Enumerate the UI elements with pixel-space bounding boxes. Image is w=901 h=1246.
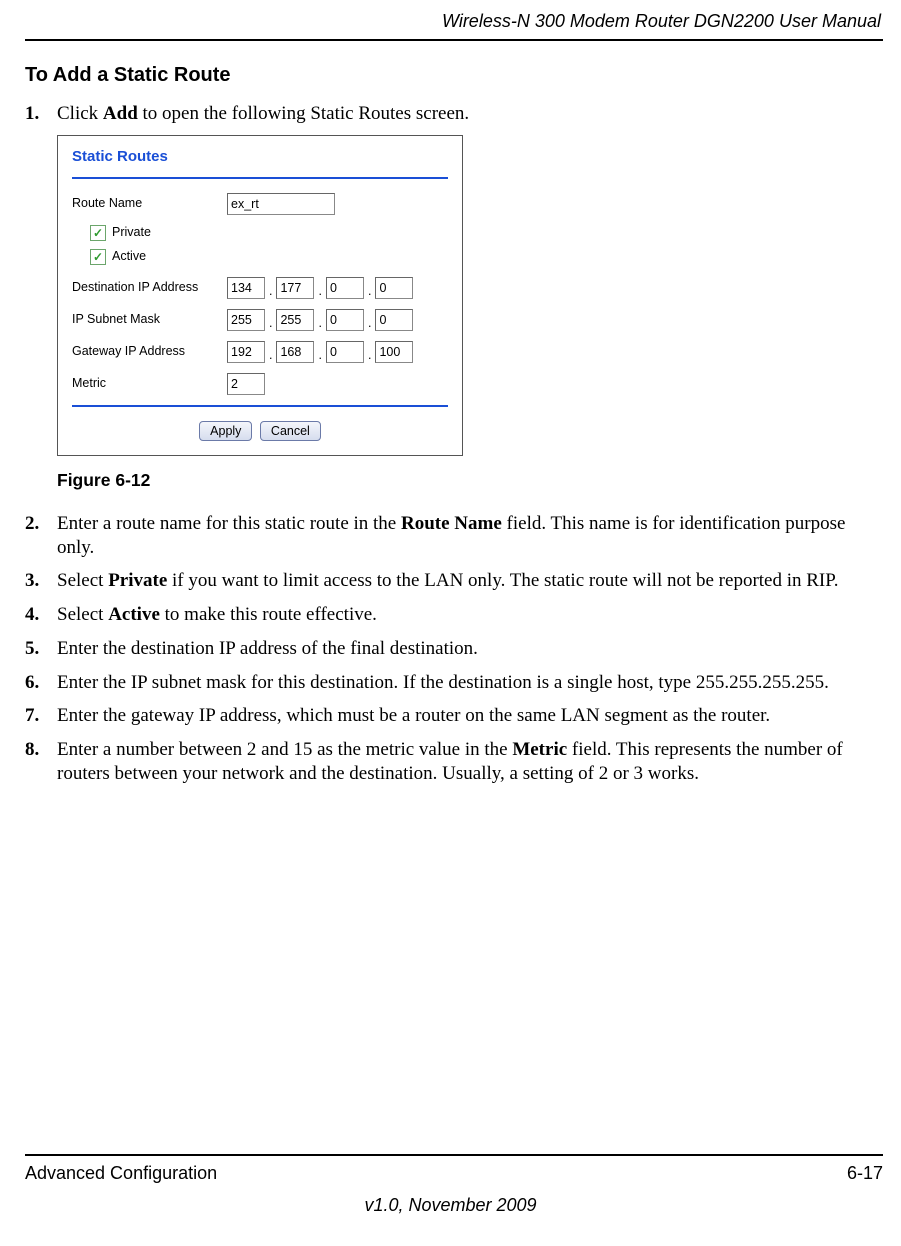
dot-icon: . <box>316 284 323 300</box>
dest-ip-octet-4[interactable] <box>375 277 413 299</box>
step-text: Enter the IP subnet mask for this destin… <box>57 671 883 695</box>
label-metric: Metric <box>72 376 227 392</box>
step-item: 5.Enter the destination IP address of th… <box>25 637 883 661</box>
label-dest-ip: Destination IP Address <box>72 280 227 296</box>
step-number: 6. <box>25 671 57 695</box>
footer-page-number: 6-17 <box>847 1162 883 1185</box>
footer-version: v1.0, November 2009 <box>0 1194 901 1217</box>
running-header: Wireless-N 300 Modem Router DGN2200 User… <box>25 10 883 41</box>
label-subnet: IP Subnet Mask <box>72 312 227 328</box>
label-route-name: Route Name <box>72 196 227 212</box>
route-name-input[interactable] <box>227 193 335 215</box>
step-text: Enter the destination IP address of the … <box>57 637 883 661</box>
step-list: 2.Enter a route name for this static rou… <box>25 512 883 786</box>
subnet-octet-3[interactable] <box>326 309 364 331</box>
step-text: Select Private if you want to limit acce… <box>57 569 883 593</box>
step-item: 1.Click Add to open the following Static… <box>25 102 883 126</box>
label-gateway: Gateway IP Address <box>72 344 227 360</box>
step-item: 7.Enter the gateway IP address, which mu… <box>25 704 883 728</box>
gateway-octet-1[interactable] <box>227 341 265 363</box>
label-active: Active <box>112 249 146 265</box>
apply-button[interactable]: Apply <box>199 421 252 441</box>
cancel-button[interactable]: Cancel <box>260 421 321 441</box>
label-private: Private <box>112 225 151 241</box>
dot-icon: . <box>366 284 373 300</box>
dot-icon: . <box>267 348 274 364</box>
divider <box>72 405 448 407</box>
gateway-octet-2[interactable] <box>276 341 314 363</box>
metric-input[interactable] <box>227 373 265 395</box>
figure-caption: Figure 6-12 <box>57 470 883 492</box>
divider <box>72 177 448 179</box>
active-checkbox[interactable]: ✓ <box>90 249 106 265</box>
step-text: Enter a route name for this static route… <box>57 512 883 560</box>
dot-icon: . <box>267 316 274 332</box>
dest-ip-octet-2[interactable] <box>276 277 314 299</box>
gateway-octet-4[interactable] <box>375 341 413 363</box>
step-number: 4. <box>25 603 57 627</box>
subnet-octet-2[interactable] <box>276 309 314 331</box>
step-item: 4.Select Active to make this route effec… <box>25 603 883 627</box>
step-list: 1.Click Add to open the following Static… <box>25 102 883 126</box>
step-number: 8. <box>25 738 57 786</box>
dot-icon: . <box>366 316 373 332</box>
step-number: 5. <box>25 637 57 661</box>
step-text: Click Add to open the following Static R… <box>57 102 883 126</box>
private-checkbox[interactable]: ✓ <box>90 225 106 241</box>
static-routes-panel: Static Routes Route Name ✓ Private ✓ Act… <box>57 135 463 456</box>
step-text: Enter the gateway IP address, which must… <box>57 704 883 728</box>
gateway-octet-3[interactable] <box>326 341 364 363</box>
dest-ip-octet-1[interactable] <box>227 277 265 299</box>
subnet-octet-1[interactable] <box>227 309 265 331</box>
step-number: 7. <box>25 704 57 728</box>
step-number: 1. <box>25 102 57 126</box>
step-item: 6.Enter the IP subnet mask for this dest… <box>25 671 883 695</box>
step-item: 3.Select Private if you want to limit ac… <box>25 569 883 593</box>
dot-icon: . <box>267 284 274 300</box>
dot-icon: . <box>316 316 323 332</box>
step-number: 3. <box>25 569 57 593</box>
subnet-octet-4[interactable] <box>375 309 413 331</box>
dest-ip-octet-3[interactable] <box>326 277 364 299</box>
panel-title: Static Routes <box>72 148 448 167</box>
step-item: 8.Enter a number between 2 and 15 as the… <box>25 738 883 786</box>
dot-icon: . <box>366 348 373 364</box>
dot-icon: . <box>316 348 323 364</box>
footer-section: Advanced Configuration <box>25 1162 217 1185</box>
step-text: Enter a number between 2 and 15 as the m… <box>57 738 883 786</box>
figure-static-routes: Static Routes Route Name ✓ Private ✓ Act… <box>57 135 883 456</box>
step-text: Select Active to make this route effecti… <box>57 603 883 627</box>
step-item: 2.Enter a route name for this static rou… <box>25 512 883 560</box>
section-heading: To Add a Static Route <box>25 63 883 88</box>
step-number: 2. <box>25 512 57 560</box>
